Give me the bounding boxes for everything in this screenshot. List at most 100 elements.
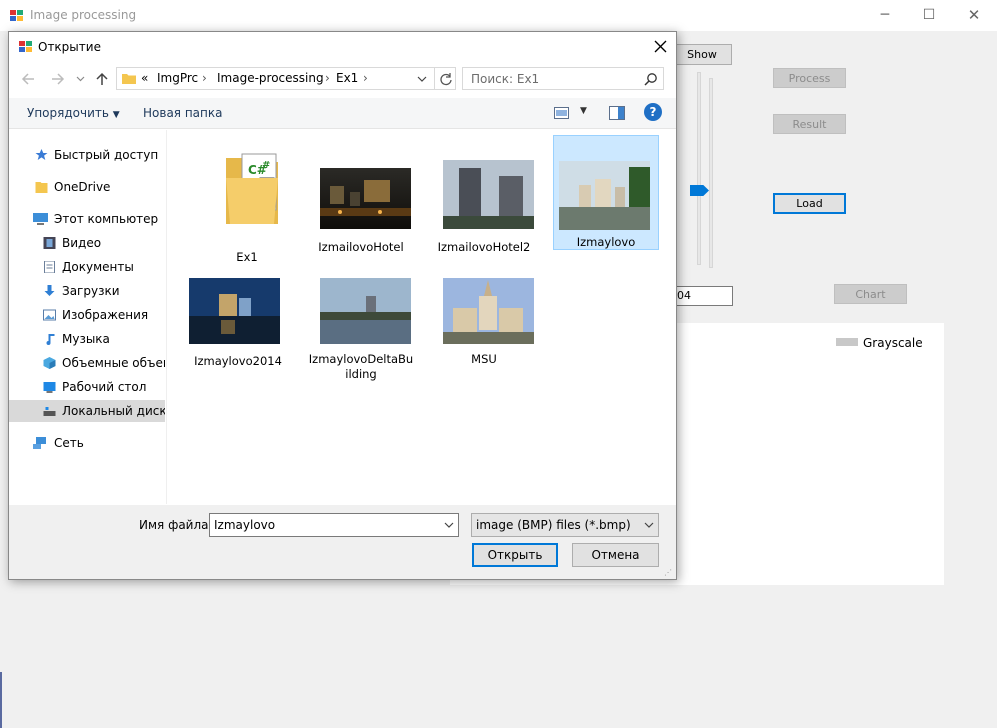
chevron-down-icon [644, 522, 654, 528]
dialog-footer: Имя файла: Izmaylovo image (BMP) files (… [9, 505, 676, 579]
nav-item-3d-objects[interactable]: Объемные объекты [9, 352, 165, 374]
filename-input[interactable]: Izmaylovo [214, 518, 275, 532]
main-titlebar: Image processing ─ ☐ ✕ [0, 0, 997, 31]
address-segment-imgprc[interactable]: ImgPrc [157, 71, 198, 85]
refresh-icon[interactable] [439, 72, 453, 86]
download-icon [44, 285, 55, 296]
folder-icon [122, 74, 136, 84]
organize-label: Упорядочить [27, 106, 109, 120]
address-dropdown-icon[interactable] [417, 76, 427, 82]
recent-chevron-icon[interactable] [76, 76, 85, 82]
file-item[interactable]: IzmailovoHotel2 [431, 146, 537, 256]
image-thumbnail [320, 168, 411, 229]
video-icon [43, 237, 56, 249]
file-item[interactable]: IzmailovoHotel [308, 146, 414, 256]
legend-label: Grayscale [863, 336, 923, 350]
preview-pane-icon[interactable] [609, 106, 625, 120]
image-thumbnail [443, 160, 534, 229]
slider-track[interactable] [709, 78, 713, 268]
nav-label: Локальный диск (C:) [62, 404, 165, 418]
cube-icon [43, 357, 56, 369]
up-arrow-icon[interactable] [95, 72, 109, 86]
nav-label: OneDrive [54, 180, 111, 194]
dialog-close-icon[interactable] [654, 40, 667, 53]
search-icon[interactable] [644, 72, 658, 86]
address-separator: › [202, 71, 207, 85]
address-overflow[interactable]: « [141, 71, 148, 85]
nav-label: Изображения [62, 308, 149, 322]
close-button[interactable]: ✕ [951, 0, 997, 31]
open-file-dialog: Открытие « ImgPrc › Image-processing › E… [8, 31, 677, 580]
nav-item-desktop[interactable]: Рабочий стол [9, 376, 165, 398]
command-bar: Упорядочить ▼ Новая папка ▼ ? [9, 98, 676, 129]
new-folder-button[interactable]: Новая папка [143, 106, 222, 120]
nav-item-local-disk[interactable]: Локальный диск (C:) [9, 400, 165, 422]
nav-item-downloads[interactable]: Загрузки [9, 280, 165, 302]
load-button[interactable]: Load [773, 193, 846, 214]
dialog-icon [19, 41, 32, 52]
nav-item-music[interactable]: Музыка [9, 328, 165, 350]
file-name: Izmaylovo2014 [194, 354, 282, 368]
open-button[interactable]: Открыть [472, 543, 558, 567]
file-item[interactable]: MSU [431, 264, 537, 374]
back-arrow-icon[interactable] [21, 72, 35, 86]
nav-item-quick-access[interactable]: Быстрый доступ [9, 144, 165, 166]
forward-arrow-icon[interactable] [51, 72, 65, 86]
file-item[interactable]: C# # Ex1 [194, 146, 300, 264]
desktop-icon [43, 382, 56, 393]
music-icon [46, 334, 55, 345]
chart-button[interactable]: Chart [834, 284, 907, 304]
app-icon [10, 10, 23, 21]
filetype-value: image (BMP) files (*.bmp) [476, 518, 631, 532]
nav-label: Музыка [62, 332, 110, 346]
address-segment-ex1[interactable]: Ex1 [336, 71, 358, 85]
view-mode-icon[interactable] [554, 107, 569, 119]
star-icon [35, 149, 48, 160]
filetype-select[interactable]: image (BMP) files (*.bmp) [471, 513, 659, 537]
file-list: C# # Ex1 IzmailovoHotel IzmailovoHotel2 … [168, 130, 676, 504]
image-thumbnail [189, 278, 280, 344]
nav-label: Объемные объекты [62, 356, 165, 370]
help-icon[interactable]: ? [644, 103, 662, 121]
computer-icon [33, 213, 48, 225]
file-item[interactable]: IzmaylovoDeltaBuilding [308, 264, 414, 384]
search-placeholder: Поиск: Ex1 [471, 72, 540, 86]
address-bar[interactable]: « ImgPrc › Image-processing › Ex1 › [116, 67, 456, 90]
process-button[interactable]: Process [773, 68, 846, 88]
nav-item-images[interactable]: Изображения [9, 304, 165, 326]
navigation-pane: Быстрый доступ OneDrive Этот компьютер В… [9, 130, 167, 504]
file-item[interactable]: Izmaylovo2014 [185, 264, 291, 374]
nav-label: Загрузки [62, 284, 120, 298]
slider-thumb[interactable] [690, 185, 709, 196]
search-box[interactable]: Поиск: Ex1 [462, 67, 664, 90]
resize-grip[interactable]: ⋰ [664, 569, 674, 579]
nav-item-onedrive[interactable]: OneDrive [9, 176, 165, 198]
nav-item-video[interactable]: Видео [9, 232, 165, 254]
result-button[interactable]: Result [773, 114, 846, 134]
view-dropdown-icon[interactable]: ▼ [580, 106, 587, 116]
documents-icon [44, 261, 55, 273]
file-item-selected[interactable]: Izmaylovo [553, 135, 659, 250]
organize-dropdown-icon: ▼ [112, 110, 120, 120]
nav-item-this-pc[interactable]: Этот компьютер [9, 208, 165, 230]
drive-icon [43, 407, 56, 416]
network-icon [33, 437, 46, 449]
folder-icon: C# # [226, 153, 278, 224]
image-thumbnail [443, 278, 534, 344]
address-segment-image-processing[interactable]: Image-processing [217, 71, 324, 85]
window-edge [0, 672, 2, 728]
filename-combobox[interactable]: Izmaylovo [209, 513, 459, 537]
cancel-button[interactable]: Отмена [572, 543, 659, 567]
address-separator: › [325, 71, 330, 85]
nav-item-network[interactable]: Сеть [9, 432, 165, 454]
nav-item-documents[interactable]: Документы [9, 256, 165, 278]
maximize-button[interactable]: ☐ [906, 0, 952, 31]
address-divider [434, 68, 435, 89]
nav-label: Быстрый доступ [54, 148, 159, 162]
file-name: Ex1 [236, 250, 258, 264]
chevron-down-icon[interactable] [444, 522, 454, 528]
file-name: IzmaylovoDeltaBuilding [308, 352, 414, 381]
image-thumbnail [320, 278, 411, 344]
organize-menu[interactable]: Упорядочить ▼ [27, 106, 120, 120]
minimize-button[interactable]: ─ [862, 0, 908, 31]
